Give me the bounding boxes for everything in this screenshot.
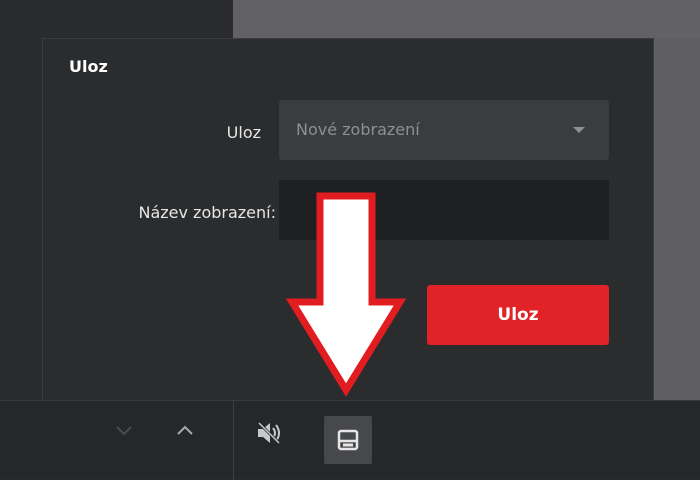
save-view-select-value: Nové zobrazení bbox=[296, 120, 420, 139]
save-label: Uloz bbox=[226, 123, 261, 142]
save-button[interactable]: Uloz bbox=[427, 285, 609, 345]
view-name-label: Název zobrazení: bbox=[138, 203, 276, 222]
save-icon bbox=[337, 429, 359, 451]
right-panel-strip bbox=[655, 38, 700, 400]
chevron-up-icon[interactable] bbox=[176, 421, 194, 443]
save-view-select[interactable]: Nové zobrazení bbox=[279, 100, 609, 160]
mute-icon[interactable] bbox=[255, 420, 285, 450]
save-view-toolbar-button[interactable] bbox=[324, 416, 372, 464]
chevron-down-icon[interactable] bbox=[115, 421, 133, 443]
toolbar-divider bbox=[233, 401, 234, 480]
dialog-title: Uloz bbox=[69, 57, 108, 76]
caret-down-icon bbox=[573, 127, 585, 133]
annotation-arrow-down-icon bbox=[285, 192, 407, 397]
